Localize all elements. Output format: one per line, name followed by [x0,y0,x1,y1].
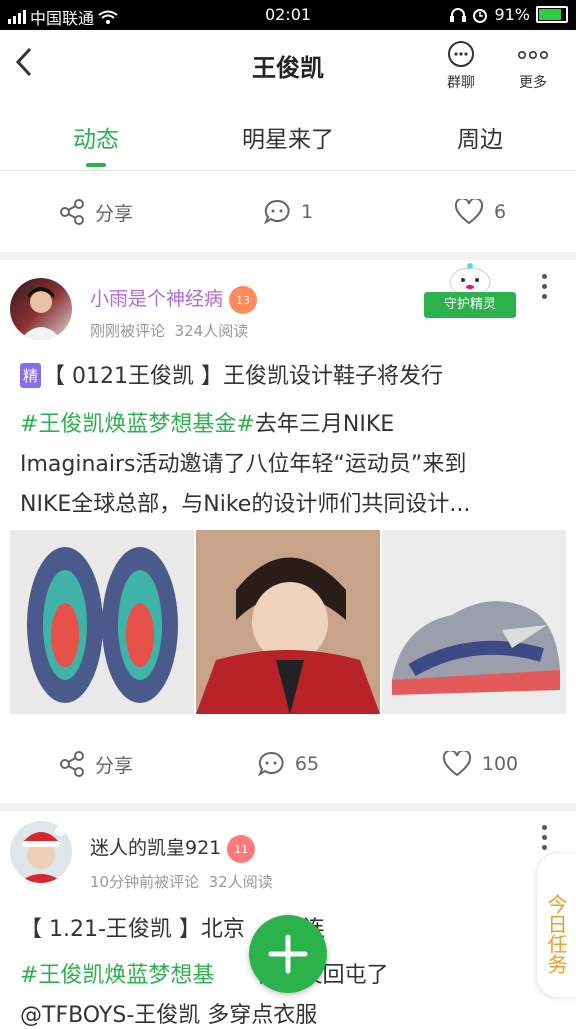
section-divider [0,252,576,260]
post-actions: 分享 65 100 [0,724,576,804]
post-more-button[interactable] [542,274,550,304]
status-bar: 中国联通 02:01 91% [0,0,576,30]
section-divider [0,803,576,811]
post-title-text: 【 1.21-王俊凯 】北京 [20,917,245,942]
post-time: 刚刚被评论 [90,322,166,340]
post-title[interactable]: 精【 0121王俊凯 】王俊凯设计鞋子将发行 [20,358,443,390]
hashtag-link[interactable]: #王俊凯焕蓝梦想基 [20,963,214,988]
more-button[interactable]: 更多 [503,38,563,92]
username[interactable]: 小雨是个神经病 13 [90,284,258,314]
body-text: 去年三月NIKE [254,412,395,437]
hashtag-link[interactable]: #王俊凯焕蓝梦想基金# [20,412,255,437]
post-meta: 刚刚被评论 324人阅读 [90,320,248,341]
post-meta: 10分钟前被评论 32人阅读 [90,871,273,892]
post-more-button[interactable] [542,825,550,855]
more-dots-icon [517,50,548,60]
tab-merch[interactable]: 周边 [384,120,576,154]
level-badge: 13 [229,285,258,314]
share-label: 分享 [94,754,133,777]
avatar[interactable] [10,821,72,883]
post-title-text: 【 0121王俊凯 】王俊凯设计鞋子将发行 [43,364,443,389]
share-button[interactable]: 分享 [0,751,192,778]
post-body-line: #王俊凯焕蓝梦想基金#去年三月NIKE [20,406,394,438]
guardian-badge: 守护精灵 [424,292,516,318]
share-icon [59,199,84,225]
username[interactable]: 迷人的凯皇921 11 [90,833,256,863]
post-body-line: Imaginairs活动邀请了八位年轻“运动员”来到 [20,452,467,477]
post-image-sneakers-top[interactable] [10,530,194,714]
battery-percent: 91% [494,5,530,24]
post-body-line: NIKE全球总部，与Nike的设计师们共同设计... [20,492,471,517]
plus-icon [268,934,308,974]
comment-icon [257,751,284,777]
tab-bar: 动态 明星来了 周边 [0,102,576,171]
like-count: 100 [481,753,519,775]
active-tab-indicator [86,163,106,167]
chat-bubble-icon [448,41,474,67]
prev-post-actions: 分享 1 6 [0,172,576,252]
top-app-bar: 王俊凯 群聊 更多 [0,30,576,102]
group-chat-label: 群聊 [447,75,475,91]
share-button[interactable]: 分享 [0,199,192,226]
post-body-line: @TFBOYS-王俊凯 多穿点衣服 [20,1003,318,1028]
status-right: 91% [450,5,568,24]
new-post-button[interactable] [249,915,327,993]
post-image-sneaker-side[interactable] [382,530,566,714]
guardian-mascot [444,262,496,297]
alarm-icon [473,8,488,23]
group-chat-button[interactable]: 群聊 [431,38,491,92]
featured-tag: 精 [20,363,42,388]
read-count: 324人阅读 [174,322,249,340]
share-label: 分享 [94,202,133,225]
like-button[interactable]: 100 [384,751,576,777]
post-body-line: #王俊凯焕蓝梦想基 保庆又回屯了 [20,957,388,989]
share-icon [59,751,84,777]
level-badge: 11 [227,834,256,863]
avatar[interactable] [10,278,72,340]
comment-button[interactable]: 1 [192,198,384,226]
post-time: 10分钟前被评论 [90,873,200,891]
daily-task-tab[interactable]: 今日任务 [536,852,576,998]
more-label: 更多 [519,75,547,91]
tab-dynamics[interactable]: 动态 [0,120,192,154]
like-button[interactable]: 6 [384,199,576,225]
heart-icon [454,199,483,225]
username-text: 迷人的凯皇921 [90,837,222,859]
comment-count: 65 [294,753,320,775]
comment-count: 1 [300,201,314,223]
tab-star-coming[interactable]: 明星来了 [192,120,384,154]
read-count: 32人阅读 [208,873,273,891]
like-count: 6 [493,201,507,223]
headset-icon [450,7,467,22]
post-image-person[interactable] [196,530,380,714]
battery-icon [536,6,568,23]
comment-icon [263,199,290,225]
comment-button[interactable]: 65 [192,750,384,778]
username-text: 小雨是个神经病 [90,288,224,310]
heart-icon [442,751,471,777]
